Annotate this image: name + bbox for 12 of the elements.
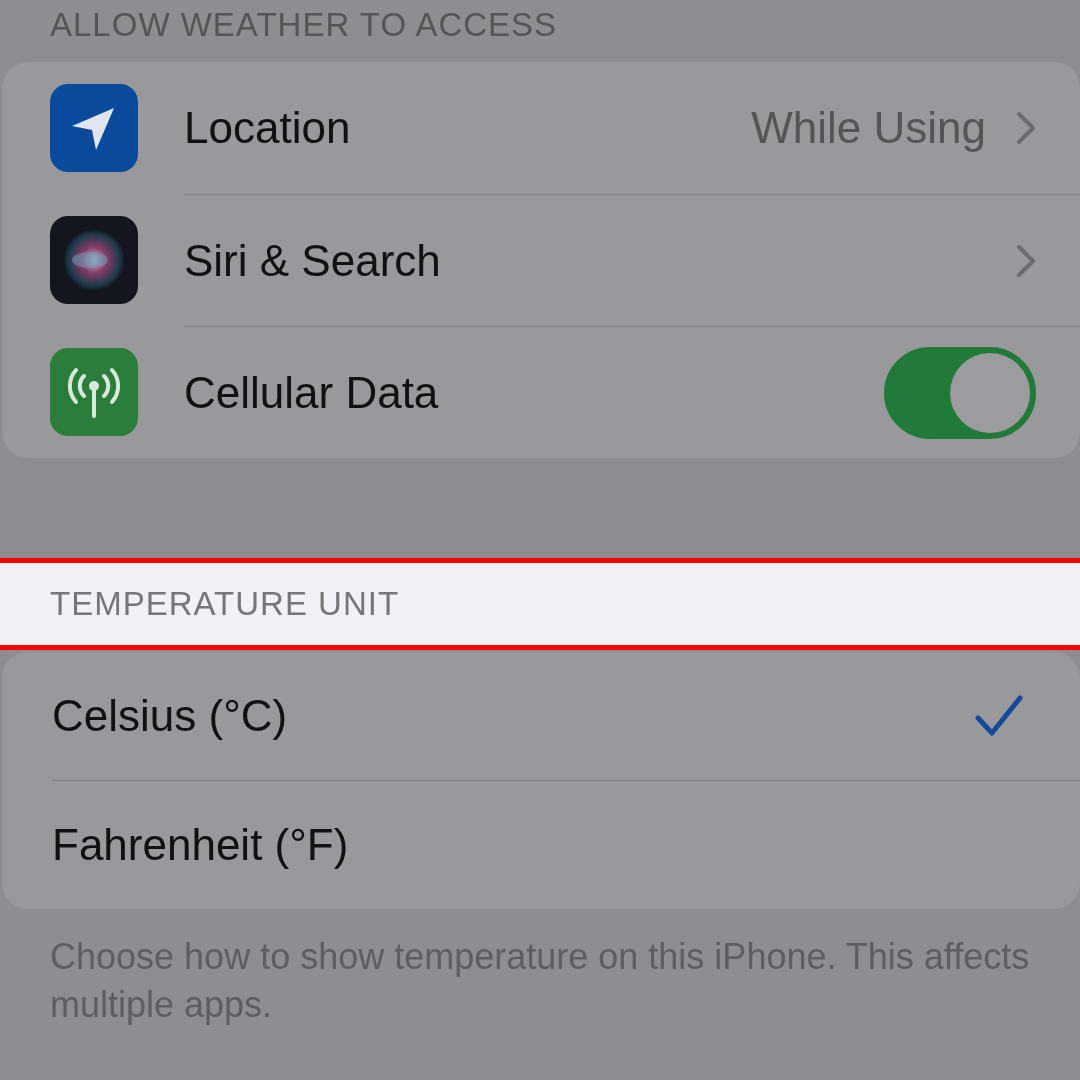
siri-orb-icon [50,216,138,304]
row-value: While Using [751,103,986,153]
antenna-icon [50,348,138,436]
row-label[interactable]: Cellular Data [184,367,884,418]
row-label[interactable]: Siri & Search [184,235,1016,286]
chevron-icon [1016,111,1036,145]
option-label[interactable]: Fahrenheit (°F) [52,820,1024,870]
option-label[interactable]: Celsius (°C) [52,691,974,741]
chevron-icon [1016,243,1036,278]
section-header: ALLOW WEATHER TO ACCESS [49,5,559,45]
section-header: TEMPERATURE UNIT [0,558,1080,650]
row-label[interactable]: Location [184,103,752,153]
